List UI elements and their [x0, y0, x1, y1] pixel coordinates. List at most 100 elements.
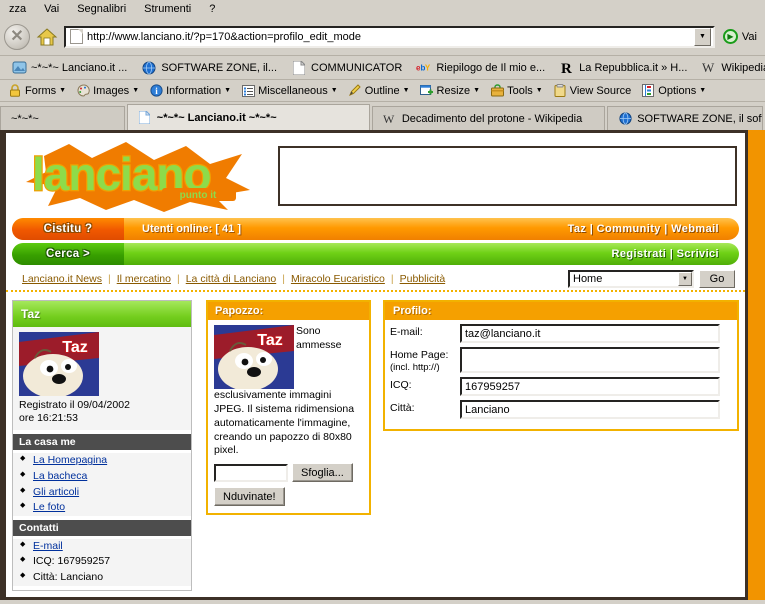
tab-label: SOFTWARE ZONE, il soft [637, 112, 763, 125]
go-icon: ▶ [722, 29, 738, 44]
page-background: lanciano punto it Cistitu ? Utenti onlin… [0, 130, 765, 600]
site-logo[interactable]: lanciano punto it [14, 138, 260, 214]
browse-button[interactable]: Sfoglia... [292, 463, 353, 483]
nduvinate-button[interactable]: Nduvinate! [214, 487, 285, 507]
sidebar-link-bacheca[interactable]: La bacheca [33, 470, 87, 482]
menu-item-segnalibri[interactable]: Segnalibri [68, 3, 135, 15]
registration-line2: ore 16:21:53 [19, 412, 78, 425]
chevron-down-icon: ▼ [402, 87, 410, 94]
bookmark-softwarezone[interactable]: SOFTWARE ZONE, il... [134, 60, 284, 76]
devtool-label: Options [658, 84, 697, 97]
users-online: Utenti online: [ 41 ] [142, 223, 241, 235]
devtool-view-source[interactable]: View Source [548, 84, 637, 98]
stop-icon[interactable]: ✕ [4, 23, 30, 50]
devtool-outline[interactable]: Outline ▼ [343, 84, 415, 98]
resize-icon [420, 84, 434, 98]
devtool-label: Outline [364, 84, 400, 97]
citta-field[interactable]: Lanciano [460, 400, 720, 419]
devtool-resize[interactable]: Resize ▼ [415, 84, 486, 98]
sidebar-link-homepagina[interactable]: La Homepagina [33, 454, 107, 466]
address-bar[interactable]: http://www.lanciano.it/?p=170&action=pro… [64, 25, 715, 48]
profilo-panel: Profilo: E-mail: taz@lanciano.it Home Pa… [383, 300, 739, 431]
list-item[interactable]: E-mail [19, 539, 191, 555]
papozzo-panel: Papozzo: Taz Sono ammesse esclusivamente… [206, 300, 371, 516]
devtool-forms[interactable]: Forms ▼ [3, 84, 71, 98]
list-item[interactable]: Le foto [19, 500, 191, 516]
tab-wikipedia[interactable]: W Decadimento del protone - Wikipedia [371, 106, 606, 130]
list-item[interactable]: La bacheca [19, 469, 191, 485]
devtool-label: View Source [569, 84, 632, 97]
devtool-information[interactable]: i Information ▼ [144, 84, 236, 98]
bookmark-lanciano[interactable]: ~*~*~ Lanciano.it ... [4, 60, 134, 76]
chevron-down-icon[interactable]: ▼ [693, 27, 711, 46]
chevron-down-icon[interactable]: ▼ [678, 272, 692, 286]
bookmarks-toolbar: ~*~*~ Lanciano.it ... SOFTWARE ZONE, il.… [0, 56, 765, 80]
section-select[interactable]: Home ▼ [568, 270, 694, 288]
tab-0[interactable]: ~*~*~ [0, 106, 125, 130]
nav-bar-orange: Cistitu ? Utenti online: [ 41 ] Taz | Co… [12, 218, 739, 240]
menu-item-strumenti[interactable]: Strumenti [135, 3, 200, 15]
bookmark-repubblica[interactable]: R La Repubblica.it » H... [552, 60, 694, 76]
sidebar-section-heading-contatti: Contatti [13, 519, 191, 536]
tab-lanciano[interactable]: ~*~*~ Lanciano.it ~*~*~ [126, 104, 370, 130]
subnav-link-pubblicita[interactable]: Pubblicità [394, 273, 452, 285]
devtool-tools[interactable]: Tools ▼ [485, 84, 548, 98]
bookmark-communicator[interactable]: COMMUNICATOR [284, 60, 409, 76]
papozzo-submit-row: Nduvinate! [214, 487, 363, 507]
wikipedia-icon: W [383, 111, 397, 126]
list-icon [241, 84, 255, 98]
cerca-button[interactable]: Cerca > [12, 243, 124, 265]
web-developer-toolbar: Forms ▼ Images ▼ i Information ▼ Miscellane… [0, 80, 765, 102]
home-icon[interactable] [34, 24, 60, 50]
cistitu-button[interactable]: Cistitu ? [12, 218, 124, 240]
devtool-options[interactable]: Options ▼ [636, 84, 711, 98]
register-links[interactable]: Registrati | Scrivici [612, 248, 739, 260]
sidebar-link-email[interactable]: E-mail [33, 540, 63, 552]
tab-label: Decadimento del protone - Wikipedia [401, 112, 583, 125]
papozzo-title: Papozzo: [208, 302, 369, 320]
menu-bar: zza Vai Segnalibri Strumenti ? [0, 0, 765, 18]
bookmark-ebay[interactable]: ebY Riepilogo de Il mio e... [409, 60, 552, 76]
tab-softwarezone[interactable]: SOFTWARE ZONE, il soft [607, 106, 763, 130]
clipboard-icon [553, 84, 567, 98]
globe-icon [618, 111, 632, 126]
menu-item-visualizza[interactable]: zza [0, 3, 35, 15]
icq-field[interactable]: 167959257 [460, 377, 720, 396]
list-item[interactable]: Gli articoli [19, 485, 191, 501]
profilo-row-citta: Città: Lanciano [390, 400, 732, 419]
subnav-link-miracolo[interactable]: Miracolo Eucaristico [285, 273, 391, 285]
chevron-down-icon: ▼ [132, 87, 140, 94]
email-field[interactable]: taz@lanciano.it [460, 324, 720, 343]
tab-label: ~*~*~ [11, 112, 39, 125]
repubblica-icon: R [559, 60, 575, 76]
subnav-link-mercatino[interactable]: Il mercatino [111, 273, 177, 285]
menu-item-help[interactable]: ? [200, 3, 224, 15]
homepage-field[interactable] [460, 347, 720, 373]
papozzo-file-input[interactable] [214, 463, 288, 482]
chevron-down-icon: ▼ [473, 87, 481, 94]
content-area: Taz Taz Registrato il 09/04/2002 ore 16:… [6, 292, 745, 591]
banner-placeholder [278, 145, 737, 206]
devtool-images[interactable]: Images ▼ [71, 84, 144, 98]
user-links[interactable]: Taz | Community | Webmail [568, 223, 739, 235]
go-button[interactable]: Go [699, 270, 735, 288]
sidebar-username: Taz [13, 301, 191, 327]
bookmark-wikipedia[interactable]: W Wikipedia [694, 60, 765, 76]
sidebar-link-articoli[interactable]: Gli articoli [33, 486, 79, 498]
profilo-row-icq: ICQ: 167959257 [390, 377, 732, 396]
svg-text:punto it: punto it [180, 190, 217, 201]
subnav-link-citta[interactable]: La città di Lanciano [180, 273, 282, 285]
section-select-value: Home [573, 273, 603, 285]
email-label: E-mail: [390, 326, 423, 338]
devtool-label: Tools [507, 84, 533, 97]
devtool-miscellaneous[interactable]: Miscellaneous ▼ [236, 84, 343, 98]
sidebar-link-foto[interactable]: Le foto [33, 501, 65, 513]
url-text[interactable]: http://www.lanciano.it/?p=170&action=pro… [87, 31, 694, 43]
list-item[interactable]: La Homepagina [19, 453, 191, 469]
page-frame: lanciano punto it Cistitu ? Utenti onlin… [0, 130, 748, 600]
subnav-link-news[interactable]: Lanciano.it News [16, 273, 108, 285]
go-button[interactable]: ▶ Vai [719, 29, 761, 44]
menu-item-vai[interactable]: Vai [35, 3, 68, 15]
chevron-down-icon: ▼ [330, 87, 338, 94]
papozzo-body: Taz Sono ammesse esclusivamente immagini… [208, 320, 369, 513]
